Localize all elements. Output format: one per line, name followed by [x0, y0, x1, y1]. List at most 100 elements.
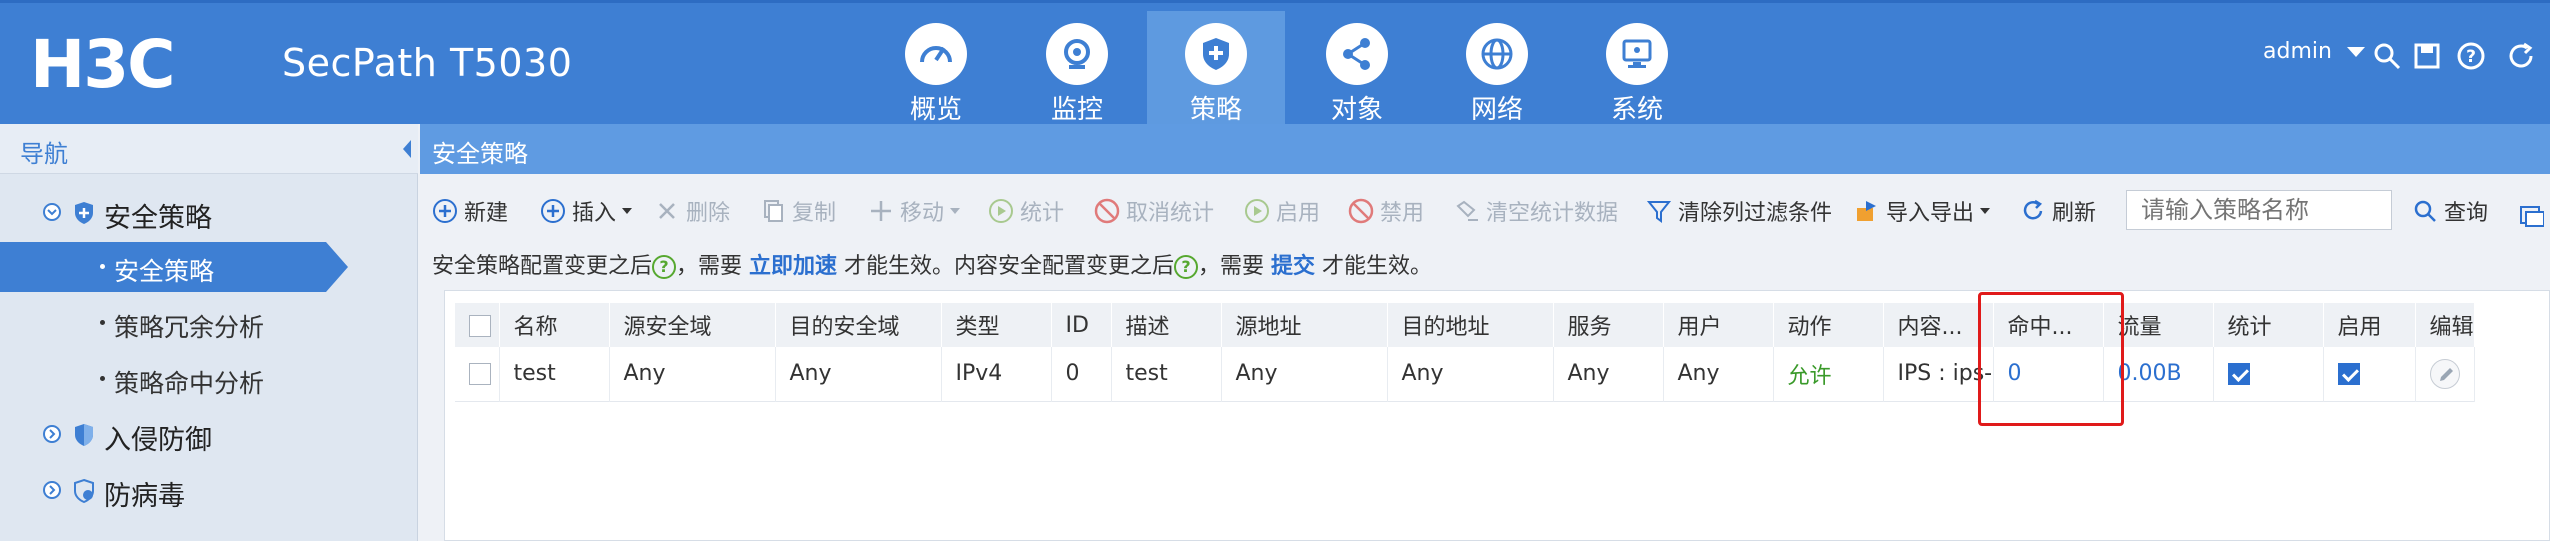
cell-src-addr: Any [1221, 347, 1388, 401]
plus-circle-icon [541, 199, 565, 223]
help-icon[interactable]: ? [2456, 41, 2486, 71]
user-menu[interactable]: admin [2263, 39, 2365, 64]
ban-icon [1094, 198, 1120, 224]
play-circle-icon [989, 199, 1013, 223]
row-checkbox[interactable] [469, 363, 491, 386]
sidebar-group-antivirus[interactable]: 防病毒 [0, 466, 418, 516]
column-header[interactable]: 启用 [2323, 303, 2416, 347]
collapse-sidebar-icon[interactable] [400, 134, 414, 164]
sidebar-title: 导航 [20, 140, 68, 168]
collapse-circle-icon[interactable] [42, 202, 62, 222]
tab-monitor[interactable]: 监控 [1008, 11, 1146, 127]
clear-stats-button[interactable]: 清空统计数据 [1454, 194, 1618, 228]
insert-button[interactable]: 插入 [540, 194, 633, 228]
play-circle-icon [1245, 199, 1269, 223]
sidebar-item-redundancy-analysis[interactable]: 策略冗余分析 [0, 298, 418, 348]
sidebar-item-hit-analysis[interactable]: 策略命中分析 [0, 354, 418, 404]
save-icon[interactable] [2412, 41, 2442, 71]
column-header[interactable]: ID [1051, 303, 1112, 347]
expand-circle-icon[interactable] [42, 480, 62, 500]
table-row[interactable]: test Any Any IPv4 0 test Any Any Any Any… [455, 347, 2475, 401]
tab-label: 监控 [1050, 95, 1103, 125]
column-header[interactable]: 目的地址 [1387, 303, 1554, 347]
button-label: 取消统计 [1126, 201, 1215, 226]
copy-button[interactable]: 复制 [760, 194, 836, 228]
sidebar-item-label: 策略冗余分析 [114, 313, 265, 342]
cell-action: 允许 [1773, 347, 1884, 401]
search-box [2126, 190, 2392, 230]
column-header[interactable]: 类型 [941, 303, 1052, 347]
main-content: 安全策略 新建 插入 删除 复制 移动 统计 取消统计 启用 禁用 清空统计数据… [420, 124, 2550, 541]
ips-shield-icon [75, 424, 93, 446]
import-export-icon [1857, 201, 1876, 221]
tab-system[interactable]: 系统 [1568, 11, 1706, 127]
button-label: 清除列过滤条件 [1678, 201, 1833, 226]
column-header[interactable]: 目的安全域 [775, 303, 942, 347]
tab-objects[interactable]: 对象 [1288, 11, 1426, 127]
refresh-button[interactable]: 刷新 [2020, 194, 2096, 228]
cell-stats [2213, 347, 2324, 401]
column-header[interactable]: 用户 [1663, 303, 1774, 347]
sidebar-group-label: 防病毒 [104, 481, 185, 512]
apply-now-link[interactable]: 立即加速 [749, 254, 837, 279]
tab-label: 系统 [1610, 95, 1663, 125]
column-header[interactable]: 内容... [1883, 303, 1994, 347]
product-name: SecPath T5030 [282, 41, 573, 85]
help-icon[interactable]: ? [652, 255, 677, 279]
top-bar: H3C SecPath T5030 概览 监控 策略 对象 网络 系统 admi… [0, 0, 2550, 127]
cell-src-zone: Any [609, 347, 776, 401]
svg-text:H3C: H3C [30, 29, 174, 101]
column-header[interactable]: 服务 [1553, 303, 1664, 347]
enabled-checkbox[interactable] [2337, 363, 2360, 386]
query-button[interactable]: 查询 [2412, 194, 2488, 228]
column-header[interactable]: 描述 [1111, 303, 1222, 347]
plus-circle-icon [433, 199, 457, 223]
toolbar: 新建 插入 删除 复制 移动 统计 取消统计 启用 禁用 清空统计数据 清除列过… [420, 184, 2550, 238]
clear-filter-button[interactable]: 清除列过滤条件 [1646, 194, 1832, 228]
sidebar-header: 导航 [0, 124, 418, 174]
tab-policy[interactable]: 策略 [1147, 11, 1285, 127]
edit-icon[interactable] [2429, 358, 2460, 389]
tab-overview[interactable]: 概览 [867, 11, 1005, 127]
column-header[interactable]: 动作 [1773, 303, 1884, 347]
stats-button[interactable]: 统计 [988, 194, 1064, 228]
sidebar-group-security-policy[interactable]: 安全策略 [0, 188, 418, 238]
notice-text: 安全策略配置变更之后 [432, 254, 653, 279]
stats-checkbox[interactable] [2227, 363, 2250, 386]
bullet [100, 320, 105, 325]
breadcrumb: 安全策略 [420, 124, 2550, 174]
cancel-stats-button[interactable]: 取消统计 [1094, 194, 1214, 228]
config-notice: 安全策略配置变更之后? ，需要 立即加速 才能生效。内容安全配置变更之后? ，需要 … [432, 248, 1432, 280]
submit-link[interactable]: 提交 [1271, 254, 1315, 279]
button-label: 启用 [1276, 201, 1321, 226]
policy-table: 名称 源安全域 目的安全域 类型 ID 描述 源地址 目的地址 服务 用户 动作… [455, 303, 2475, 402]
column-header[interactable]: 名称 [499, 303, 610, 347]
refresh-icon [2023, 199, 2043, 220]
sidebar-group-ips[interactable]: 入侵防御 [0, 410, 418, 460]
filter-icon [1646, 201, 1672, 223]
search-input[interactable] [2127, 191, 2391, 229]
sidebar-group-label: 入侵防御 [104, 425, 212, 456]
expand-circle-icon[interactable] [42, 424, 62, 444]
column-header[interactable]: 源地址 [1221, 303, 1388, 347]
search-icon[interactable] [2372, 41, 2402, 71]
copy-icon [764, 200, 783, 222]
select-all-checkbox[interactable] [469, 314, 491, 337]
enable-button[interactable]: 启用 [1244, 194, 1320, 228]
breadcrumb-title: 安全策略 [432, 140, 528, 168]
button-label: 刷新 [2052, 201, 2097, 226]
gauge-icon [920, 46, 952, 63]
cell-name: test [499, 347, 610, 401]
tab-network[interactable]: 网络 [1428, 11, 1566, 127]
refresh-icon[interactable] [2506, 41, 2536, 71]
sidebar-item-security-policy[interactable]: 安全策略 [0, 242, 348, 292]
column-header[interactable]: 源安全域 [609, 303, 776, 347]
move-button[interactable]: 移动 [868, 194, 961, 228]
delete-button[interactable]: 删除 [654, 194, 730, 228]
export-icon[interactable] [2518, 202, 2544, 228]
new-button[interactable]: 新建 [432, 194, 508, 228]
import-export-button[interactable]: 导入导出 [1854, 194, 1991, 228]
column-header[interactable]: 统计 [2213, 303, 2324, 347]
disable-button[interactable]: 禁用 [1348, 194, 1424, 228]
help-icon[interactable]: ? [1174, 255, 1199, 279]
